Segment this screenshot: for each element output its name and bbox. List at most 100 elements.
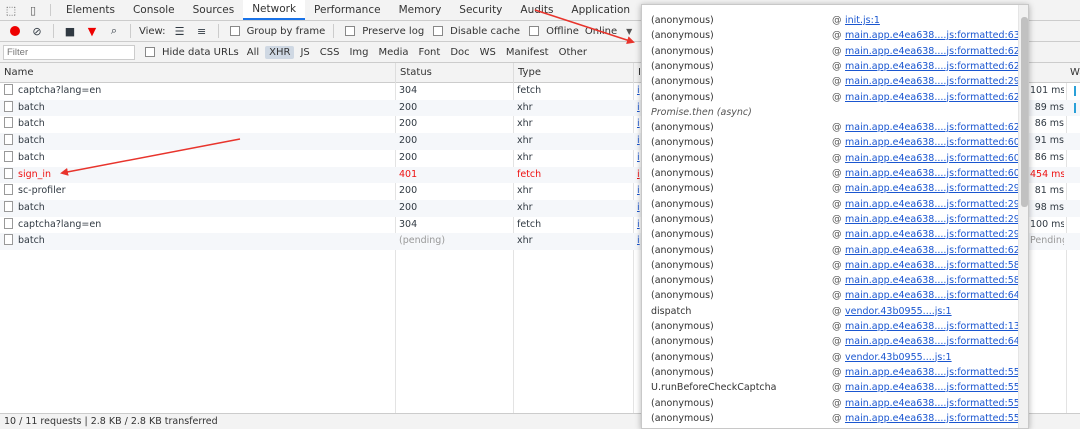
frame-source-link[interactable]: init.js:1	[845, 13, 880, 28]
capture-screenshots-button[interactable]: ■	[59, 21, 81, 41]
frame-at: @	[832, 183, 842, 195]
frame-source-link[interactable]: main.app.e4ea638....js:formatted:29816	[845, 227, 1028, 242]
frame-function: (anonymous)	[651, 244, 714, 256]
frame-source-link[interactable]: main.app.e4ea638....js:formatted:55106	[845, 411, 1028, 426]
frame-source-link[interactable]: main.app.e4ea638....js:formatted:64198	[845, 334, 1028, 349]
device-toolbar-icon[interactable]: ▯	[22, 0, 44, 20]
filter-type-ws[interactable]: WS	[476, 46, 500, 59]
preserve-log-checkbox[interactable]	[345, 26, 356, 36]
throttling-select[interactable]: Online	[585, 26, 617, 37]
large-rows-button[interactable]: ☰	[169, 21, 191, 41]
frame-function: (anonymous)	[651, 76, 714, 88]
document-icon	[4, 234, 13, 246]
frame-at: @	[832, 366, 842, 378]
filter-type-js[interactable]: JS	[296, 46, 313, 59]
tab-audits[interactable]: Audits	[511, 0, 562, 20]
request-name[interactable]: captcha?lang=en	[4, 217, 394, 234]
filter-type-font[interactable]: Font	[415, 46, 445, 59]
request-type: xhr	[517, 118, 533, 130]
frame-function: (anonymous)	[651, 168, 714, 179]
frame-source-link[interactable]: main.app.e4ea638....js:formatted:62616	[845, 59, 1028, 74]
record-button[interactable]	[4, 21, 26, 41]
inspect-element-icon[interactable]: ⬚	[0, 0, 22, 20]
column-header-waterfall[interactable]: Wa	[1066, 63, 1080, 83]
frame-source-link[interactable]: main.app.e4ea638....js:formatted:60949	[845, 135, 1028, 150]
frame-source-link[interactable]: main.app.e4ea638....js:formatted:62632	[845, 120, 1028, 135]
column-header-type[interactable]: Type	[514, 63, 634, 83]
tab-application[interactable]: Application	[562, 0, 639, 20]
filter-type-all[interactable]: All	[243, 46, 263, 59]
frame-source-link[interactable]: main.app.e4ea638....js:formatted:55128	[845, 380, 1028, 395]
frame-source-link[interactable]: main.app.e4ea638....js:formatted:13330	[845, 319, 1028, 334]
request-name[interactable]: sign_in	[4, 167, 394, 184]
filter-type-css[interactable]: CSS	[316, 46, 344, 59]
request-name[interactable]: batch	[4, 150, 394, 167]
hide-data-urls-checkbox[interactable]	[145, 47, 155, 57]
frame-source-link[interactable]: main.app.e4ea638....js:formatted:62568	[845, 44, 1028, 59]
frame-source-link[interactable]: main.app.e4ea638....js:formatted:58209	[845, 273, 1028, 288]
frame-source-link[interactable]: main.app.e4ea638....js:formatted:55158	[845, 365, 1028, 380]
frame-at: @	[832, 15, 842, 26]
column-header-status[interactable]: Status	[396, 63, 514, 83]
request-time: 91 ms	[1034, 135, 1064, 147]
frame-function: (anonymous)	[651, 321, 714, 332]
frame-at: @	[832, 45, 842, 57]
callstack-frame: (anonymous) @ main.app.e4ea638....js:forma…	[642, 258, 1028, 273]
waterfall-bar	[1074, 102, 1076, 113]
list-view-icon: ☰	[174, 24, 185, 38]
filter-type-xhr[interactable]: XHR	[265, 45, 295, 59]
frame-source-link[interactable]: main.app.e4ea638....js:formatted:60736	[845, 166, 1028, 181]
frame-source-link[interactable]: vendor.43b0955....js:1	[845, 304, 952, 319]
frame-source-link[interactable]: main.app.e4ea638....js:formatted:64198	[845, 288, 1028, 303]
overview-button[interactable]: ≡	[191, 21, 213, 41]
tab-console[interactable]: Console	[124, 0, 184, 20]
popover-scrollbar[interactable]	[1018, 5, 1028, 428]
request-name[interactable]: captcha?lang=en	[4, 83, 394, 100]
tab-network[interactable]: Network	[243, 0, 306, 20]
frame-source-link[interactable]: main.app.e4ea638....js:formatted:62666	[845, 243, 1028, 258]
request-name[interactable]: batch	[4, 200, 394, 217]
frame-source-link[interactable]: main.app.e4ea638....js:formatted:29870	[845, 74, 1028, 89]
tab-sources[interactable]: Sources	[184, 0, 244, 20]
document-icon	[4, 184, 13, 196]
request-name[interactable]: sc-profiler	[4, 183, 394, 200]
request-name[interactable]: batch	[4, 100, 394, 117]
tab-security[interactable]: Security	[450, 0, 511, 20]
tab-performance[interactable]: Performance	[305, 0, 390, 20]
chevron-down-icon[interactable]: ▼	[626, 27, 632, 36]
filter-type-media[interactable]: Media	[375, 46, 413, 59]
offline-checkbox[interactable]	[529, 26, 540, 36]
request-name[interactable]: batch	[4, 233, 394, 250]
column-header-name[interactable]: Name	[0, 63, 396, 83]
frame-source-link[interactable]: main.app.e4ea638....js:formatted:62633	[845, 90, 1028, 105]
filter-type-manifest[interactable]: Manifest	[502, 46, 553, 59]
filter-type-other[interactable]: Other	[555, 46, 591, 59]
frame-source-link[interactable]: main.app.e4ea638....js:formatted:29790	[845, 197, 1028, 212]
filter-toggle-button[interactable]: ▼	[81, 21, 103, 41]
request-time: 101 ms	[1030, 85, 1064, 96]
tab-memory[interactable]: Memory	[390, 0, 451, 20]
tab-elements[interactable]: Elements	[57, 0, 124, 20]
frame-source-link[interactable]: main.app.e4ea638....js:formatted:29790	[845, 181, 1028, 196]
filter-type-img[interactable]: Img	[345, 46, 372, 59]
callstack-frame: (anonymous) @ vendor.43b0955....js:1	[642, 350, 1018, 365]
frame-source-link[interactable]: main.app.e4ea638....js:formatted:29839	[845, 212, 1028, 227]
request-name-label: batch	[18, 118, 45, 130]
frame-source-link[interactable]: main.app.e4ea638....js:formatted:60874	[845, 151, 1028, 166]
filter-type-doc[interactable]: Doc	[446, 46, 473, 59]
request-name[interactable]: batch	[4, 116, 394, 133]
filter-input[interactable]	[3, 44, 135, 60]
search-button[interactable]: ⌕	[103, 21, 125, 41]
clear-button[interactable]: ⊘	[26, 21, 48, 41]
scrollbar-thumb[interactable]	[1021, 17, 1028, 207]
frame-source-link[interactable]: main.app.e4ea638....js:formatted:55143	[845, 396, 1028, 411]
disable-cache-checkbox[interactable]	[433, 26, 444, 36]
frame-source-link[interactable]: main.app.e4ea638....js:formatted:63053	[845, 28, 1028, 43]
request-name[interactable]: batch	[4, 133, 394, 150]
frame-source-link[interactable]: vendor.43b0955....js:1	[845, 350, 952, 365]
frame-function: (anonymous)	[651, 336, 714, 348]
callstack-frame: (anonymous) @ main.app.e4ea638....js:forma…	[642, 365, 1028, 380]
frame-source-link[interactable]: main.app.e4ea638....js:formatted:58165	[845, 258, 1028, 273]
group-by-frame-checkbox[interactable]	[229, 26, 240, 36]
frame-at: @	[832, 275, 842, 287]
